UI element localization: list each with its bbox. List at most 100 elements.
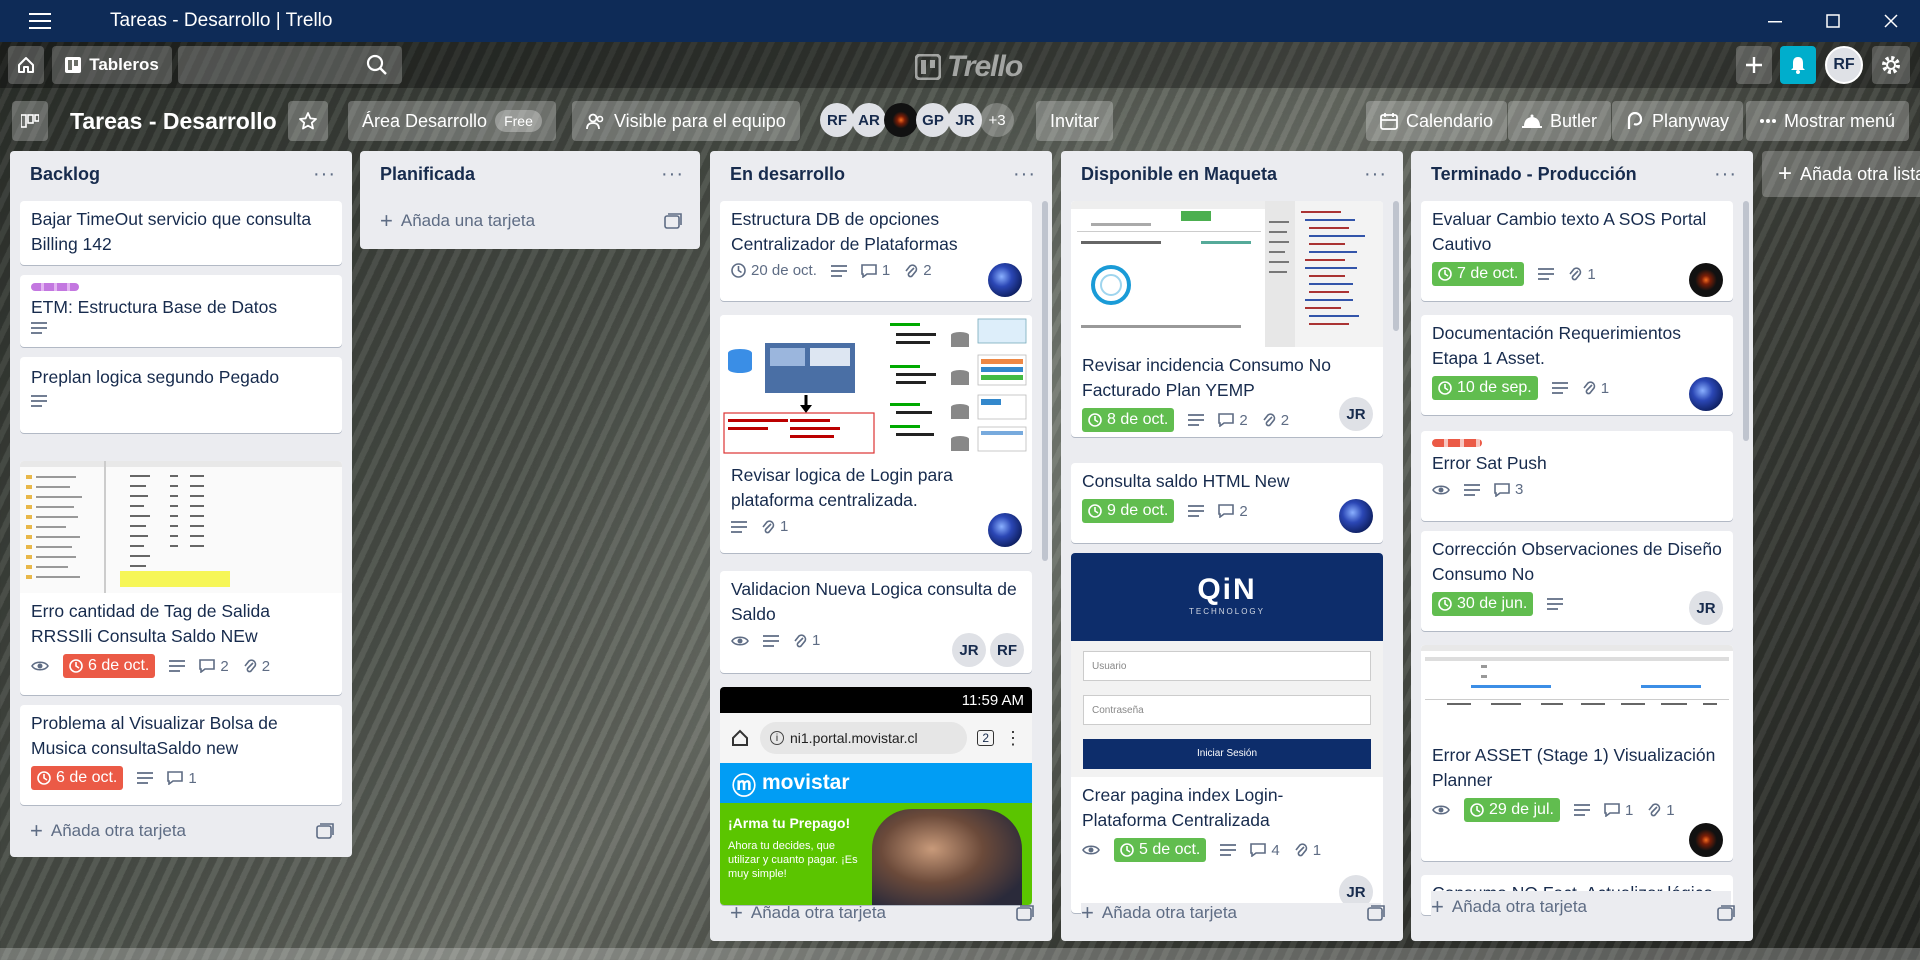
clock-icon — [1120, 843, 1134, 857]
card[interactable]: Evaluar Cambio texto A SOS Portal Cautiv… — [1421, 201, 1733, 301]
list-title[interactable]: Disponible en Maqueta — [1081, 164, 1277, 185]
calendar-button[interactable]: Calendario — [1366, 101, 1508, 141]
add-card-button[interactable]: + Añada otra tarjeta — [30, 820, 186, 842]
card[interactable]: Erro cantidad de Tag de Salida RRSSIli C… — [20, 461, 342, 695]
card-member-avatar[interactable] — [988, 263, 1022, 297]
board-name[interactable]: Tareas - Desarrollo — [70, 100, 277, 142]
card-member-avatar[interactable] — [988, 513, 1022, 547]
member-avatar[interactable]: GP — [916, 103, 950, 137]
card[interactable]: Preplan logica segundo Pegado — [20, 357, 342, 433]
minimize-icon[interactable] — [1746, 0, 1804, 42]
add-card-button[interactable]: + Añada otra tarjeta — [730, 902, 886, 924]
visibility-label: Visible para el equipo — [614, 110, 786, 131]
member-avatar[interactable]: JR — [948, 103, 982, 137]
list-title[interactable]: Planificada — [380, 164, 475, 185]
card-member-avatar[interactable]: JR — [1339, 397, 1373, 431]
movistar-logo: ⓜ movistar — [720, 763, 1032, 803]
list-menu-icon[interactable]: ··· — [661, 163, 684, 186]
list-scrollbar[interactable] — [1393, 201, 1399, 331]
butler-icon — [1522, 114, 1542, 128]
card-title: Preplan logica segundo Pegado — [31, 367, 280, 387]
list-scrollbar[interactable] — [1743, 201, 1749, 441]
card[interactable]: Estructura DB de opciones Centralizador … — [720, 201, 1032, 301]
butler-button[interactable]: Butler — [1508, 101, 1612, 141]
list-scrollbar[interactable] — [1042, 201, 1048, 561]
description-icon — [830, 264, 847, 277]
card-member-avatar[interactable] — [1339, 499, 1373, 533]
card-template-icon[interactable] — [316, 823, 334, 839]
home-button[interactable] — [8, 46, 44, 84]
card-member-avatar[interactable]: JR — [952, 633, 986, 667]
attachment-icon — [244, 659, 256, 673]
list-title[interactable]: En desarrollo — [730, 164, 845, 185]
card[interactable]: 11:59 AM i ni1.portal.movistar.cl 2 ⋮ ⓜ mo… — [720, 687, 1032, 905]
boards-button[interactable]: Tableros — [52, 46, 172, 84]
plan-badge: Free — [495, 110, 542, 132]
board-horizontal-scrollbar[interactable] — [0, 948, 1920, 960]
card[interactable]: Bajar TimeOut servicio que consulta Bill… — [20, 201, 342, 265]
add-card-button[interactable]: + Añada una tarjeta — [380, 210, 535, 232]
maximize-icon[interactable] — [1804, 0, 1862, 42]
attachment-icon — [1569, 267, 1582, 281]
add-list-button[interactable]: + Añada otra lista — [1762, 151, 1920, 197]
card-template-icon[interactable] — [1016, 905, 1034, 921]
list-menu-icon[interactable]: ··· — [1364, 163, 1387, 186]
create-button[interactable] — [1736, 46, 1772, 84]
visibility-button[interactable]: Visible para el equipo — [572, 101, 800, 141]
card-member-avatar[interactable] — [1689, 377, 1723, 411]
attachments-badge: 1 — [1294, 842, 1321, 859]
search-icon[interactable] — [366, 54, 388, 76]
add-card-button[interactable]: + Añada otra tarjeta — [1431, 891, 1731, 923]
card-member-avatar[interactable] — [1689, 263, 1723, 297]
workspace-button[interactable]: Área Desarrollo Free — [348, 101, 556, 141]
list-title[interactable]: Terminado - Producción — [1431, 164, 1637, 185]
list-menu-icon[interactable]: ··· — [313, 163, 336, 186]
planyway-button[interactable]: Planyway — [1612, 101, 1744, 141]
card-template-icon[interactable] — [1717, 905, 1735, 921]
card[interactable]: Documentación Requerimientos Etapa 1 Ass… — [1421, 315, 1733, 415]
user-avatar[interactable]: RF — [1825, 46, 1863, 84]
card-title: Error Sat Push — [1432, 453, 1547, 473]
card[interactable]: Revisar logica de Login para plataforma … — [720, 315, 1032, 553]
clock-icon — [1470, 803, 1484, 817]
card[interactable]: Corrección Observaciones de Diseño Consu… — [1421, 531, 1733, 631]
card-cover-image: 11:59 AM i ni1.portal.movistar.cl 2 ⋮ ⓜ mo… — [720, 687, 1032, 905]
show-menu-button[interactable]: Mostrar menú — [1746, 101, 1910, 141]
hamburger-menu-icon[interactable] — [20, 0, 60, 42]
card[interactable]: Revisar incidencia Consumo No Facturado … — [1071, 201, 1383, 437]
attachment-icon — [1263, 413, 1275, 427]
list-title[interactable]: Backlog — [30, 164, 100, 185]
invite-button[interactable]: Invitar — [1036, 101, 1114, 141]
description-icon — [1188, 414, 1205, 426]
card[interactable]: Error ASSET (Stage 1) Visualización Plan… — [1421, 645, 1733, 861]
trello-logo[interactable]: Trello — [915, 50, 1023, 84]
card-member-avatar[interactable]: JR — [1689, 591, 1723, 625]
member-avatar[interactable]: AR — [852, 103, 886, 137]
card[interactable]: Validacion Nueva Logica consulta de Sald… — [720, 571, 1032, 673]
card-cover-image — [720, 315, 1032, 457]
due-date-badge: 6 de oct. — [63, 654, 156, 678]
card-member-avatar[interactable] — [1689, 823, 1723, 857]
member-avatar[interactable]: RF — [820, 103, 854, 137]
card[interactable]: ETM: Estructura Base de Datos — [20, 275, 342, 347]
close-icon[interactable] — [1862, 0, 1920, 42]
star-button[interactable] — [288, 101, 328, 141]
card[interactable]: Error Sat Push 3 — [1421, 431, 1733, 521]
notifications-button[interactable] — [1780, 46, 1816, 84]
board-switcher-button[interactable] — [12, 101, 48, 141]
attachments-badge: 1 — [1647, 802, 1675, 819]
settings-button[interactable] — [1872, 46, 1910, 84]
card[interactable]: QiN TECHNOLOGY Usuario Contraseña Inicia… — [1071, 553, 1383, 913]
more-members-badge[interactable]: +3 — [980, 103, 1014, 137]
card-template-icon[interactable] — [664, 213, 682, 229]
card-member-avatar[interactable]: RF — [990, 633, 1024, 667]
card-template-icon[interactable] — [1367, 905, 1385, 921]
add-card-button[interactable]: + Añada otra tarjeta — [1081, 902, 1381, 924]
list-menu-icon[interactable]: ··· — [1714, 163, 1737, 186]
due-date-badge: 10 de sep. — [1432, 376, 1538, 400]
list-en-desarrollo: En desarrollo ··· Estructura DB de opcio… — [710, 151, 1052, 941]
card[interactable]: Consulta saldo HTML New 9 de oct. 2 — [1071, 463, 1383, 543]
member-avatar[interactable] — [884, 103, 918, 137]
card[interactable]: Problema al Visualizar Bolsa de Musica c… — [20, 705, 342, 805]
list-menu-icon[interactable]: ··· — [1013, 163, 1036, 186]
